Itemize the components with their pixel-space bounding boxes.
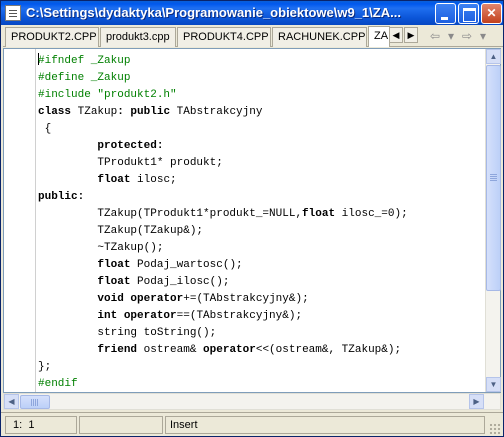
code-token: ilosc_=0); [335,208,408,220]
horizontal-scroll-thumb[interactable] [20,395,50,409]
code-token: TZakup(TProdukt1*produkt_=NULL, [38,208,303,220]
code-token: public: [38,191,85,203]
forward-dropdown-icon[interactable]: ▾ [475,29,491,43]
code-token: void operator [97,293,184,305]
code-token: ostream& [137,344,204,356]
back-dropdown-icon[interactable]: ▾ [443,29,459,43]
scroll-down-icon[interactable]: ▼ [486,377,501,392]
tab-rachunek[interactable]: RACHUNEK.CPP [272,27,367,47]
back-arrow-icon[interactable]: ⇦ [427,29,443,43]
code-line[interactable]: void operator+=(TAbstrakcyjny&); [38,291,484,308]
tab-zakup[interactable]: ZA [368,26,390,47]
code-token: protected: [97,140,164,152]
code-line[interactable]: TZakup(TZakup&); [38,223,484,240]
code-token: }; [38,361,52,373]
code-line[interactable]: string toString(); [38,325,484,342]
code-token: float [97,259,131,271]
scroll-right-icon[interactable]: ▶ [469,394,484,409]
code-token: TAbstrakcyjny [170,106,263,118]
code-token: #ifndef _Zakup [38,55,131,67]
code-token: Podaj_wartosc(); [130,259,243,271]
code-token: float [97,174,131,186]
resize-grip-icon[interactable] [489,423,501,435]
file-tab-bar: PRODUKT2.CPP produkt3.cpp PRODUKT4.CPP R… [3,25,503,47]
code-token: #include "produkt2.h" [38,89,177,101]
code-line[interactable]: { [38,121,484,138]
scroll-up-icon[interactable]: ▲ [486,49,501,64]
scroll-left-icon[interactable]: ◀ [4,394,19,409]
code-editor[interactable]: #ifndef _Zakup #define _Zakup #include "pr… [3,48,501,393]
tab-scroll-left-icon[interactable]: ◀ [389,27,403,43]
code-token: ~TZakup(); [38,242,164,254]
code-token: string toString(); [38,327,217,339]
code-token: { [38,123,52,135]
code-line[interactable]: TProdukt1* produkt; [38,155,484,172]
code-line[interactable]: public: [38,189,484,206]
minimize-button[interactable] [435,3,456,24]
code-line[interactable]: #endif [38,376,484,393]
code-token: friend [97,344,138,356]
code-line[interactable]: float Podaj_ilosc(); [38,274,484,291]
insert-mode-indicator: Insert [165,416,485,434]
code-token: +=(TAbstrakcyjny&); [183,293,309,305]
code-token: TProdukt1* produkt; [38,157,223,169]
cursor-position: 1: 1 [5,416,77,434]
code-token: <<(ostream&, TZakup&); [255,344,402,356]
editor-gutter[interactable] [4,49,36,392]
code-line[interactable]: float ilosc; [38,172,484,189]
code-token: float [302,208,336,220]
tab-produkt4[interactable]: PRODUKT4.CPP [177,27,271,47]
close-button[interactable]: ✕ [481,3,502,24]
code-line[interactable]: #include "produkt2.h" [38,87,484,104]
code-line[interactable]: #ifndef _Zakup [38,53,484,70]
code-token: TZakup [71,106,118,118]
horizontal-scrollbar[interactable]: ◀ ▶ [3,393,501,410]
code-line[interactable]: #define _Zakup [38,70,484,87]
code-line[interactable]: ~TZakup(); [38,240,484,257]
code-token: : public [117,106,171,118]
document-icon[interactable] [5,5,21,21]
code-token: #define _Zakup [38,72,131,84]
code-line[interactable]: float Podaj_wartosc(); [38,257,484,274]
code-line[interactable]: protected: [38,138,484,155]
code-line[interactable]: friend ostream& operator<<(ostream&, TZa… [38,342,484,359]
code-token: ==(TAbstrakcyjny&); [176,310,303,322]
code-line[interactable]: class TZakup: public TAbstrakcyjny [38,104,484,121]
tab-scroll-right-icon[interactable]: ▶ [404,27,418,43]
window-title: C:\Settings\dydaktyka\Programowanie_obie… [26,5,401,20]
modified-indicator [79,416,163,434]
status-bar: 1: 1 Insert [1,412,503,436]
code-text[interactable]: #ifndef _Zakup #define _Zakup #include "pr… [38,53,484,393]
maximize-button[interactable] [458,3,479,24]
code-line[interactable]: }; [38,359,484,376]
code-token: float [97,276,131,288]
vertical-scrollbar[interactable]: ▲ ▼ [485,49,501,392]
title-bar[interactable]: C:\Settings\dydaktyka\Programowanie_obie… [1,1,503,25]
code-token: #endif [38,378,78,390]
forward-arrow-icon[interactable]: ⇨ [459,29,475,43]
code-token: class [38,106,72,118]
vertical-scroll-thumb[interactable] [486,65,501,291]
code-line[interactable]: TZakup(TProdukt1*produkt_=NULL,float ilo… [38,206,484,223]
editor-window: C:\Settings\dydaktyka\Programowanie_obie… [0,0,504,437]
code-token: int operator [97,310,177,322]
code-token: ilosc; [130,174,177,186]
code-token: Podaj_ilosc(); [130,276,230,288]
tab-produkt3[interactable]: produkt3.cpp [100,27,176,47]
tab-produkt2[interactable]: PRODUKT2.CPP [5,27,99,47]
code-token: TZakup(TZakup&); [38,225,204,237]
code-token: operator [203,344,256,356]
code-line[interactable]: int operator==(TAbstrakcyjny&); [38,308,484,325]
